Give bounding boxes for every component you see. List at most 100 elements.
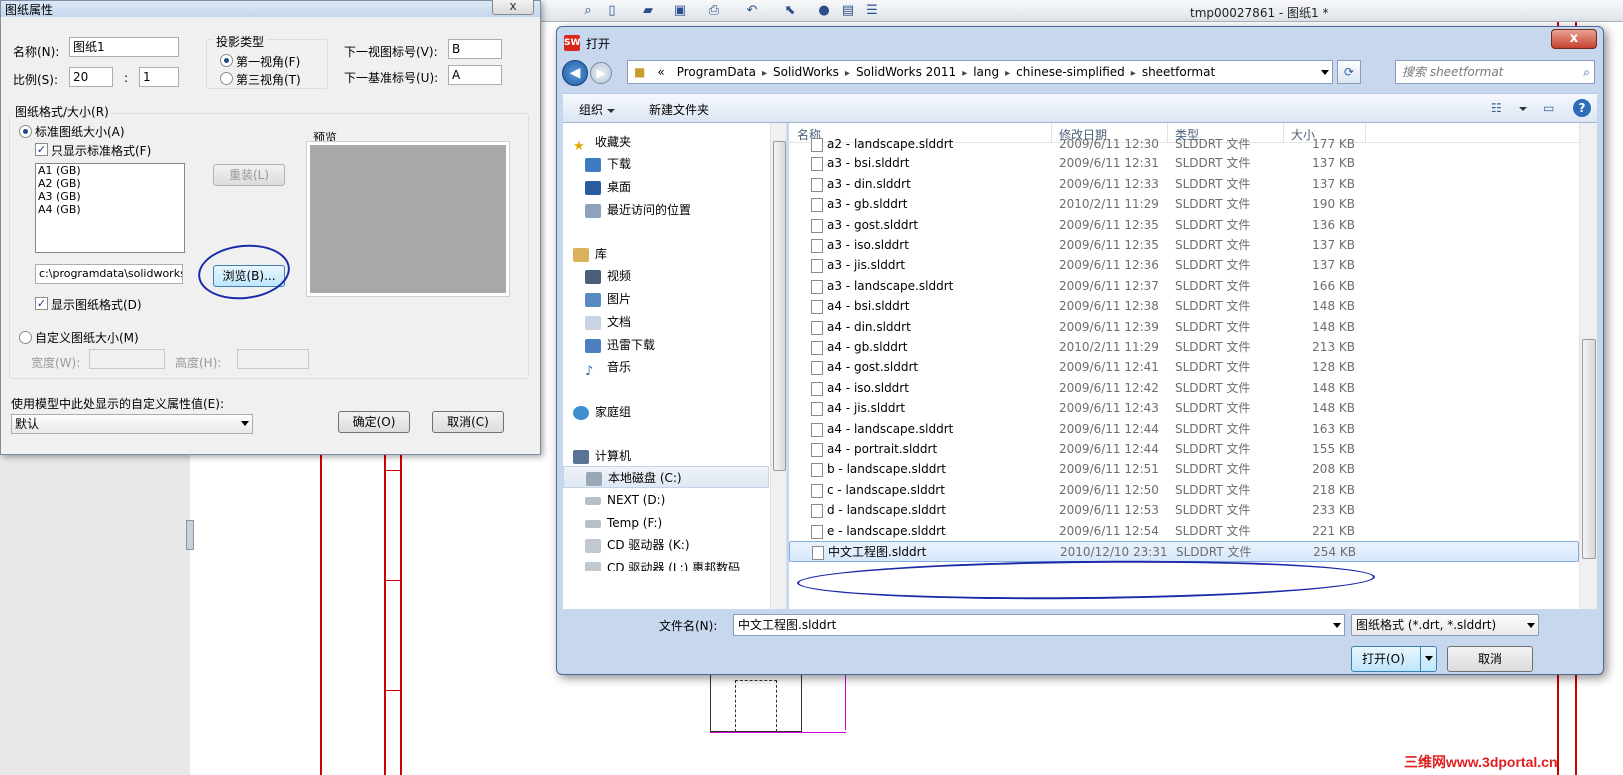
next-datum-field[interactable]: A bbox=[448, 65, 502, 85]
new-document-icon[interactable]: ▯ bbox=[604, 3, 620, 19]
list-item[interactable]: A1 (GB) bbox=[36, 164, 184, 177]
file-list-scrollbar[interactable] bbox=[1579, 123, 1597, 609]
nav-favorites[interactable]: ★ 收藏夹 bbox=[573, 131, 779, 154]
file-row[interactable]: d - landscape.slddrt 2009/6/11 12:53 SLDDR… bbox=[789, 500, 1579, 521]
filename-input[interactable]: 中文工程图.slddrt bbox=[733, 614, 1345, 636]
scale-numerator-field[interactable]: 20 bbox=[69, 67, 113, 87]
standard-size-radio[interactable] bbox=[19, 125, 32, 138]
chevron-down-icon[interactable] bbox=[1321, 70, 1329, 75]
breadcrumb-overflow[interactable]: « bbox=[651, 61, 670, 83]
cancel-button[interactable]: 取消(C) bbox=[432, 411, 504, 433]
only-standard-checkbox[interactable]: ✓ bbox=[35, 143, 48, 156]
custom-property-select[interactable]: 默认 bbox=[11, 414, 253, 434]
search-input[interactable]: 搜索 sheetformat ⌕ bbox=[1395, 60, 1595, 84]
file-type-filter[interactable]: 图纸格式 (*.drt, *.slddrt) bbox=[1351, 614, 1539, 636]
file-row[interactable]: a4 - portrait.slddrt 2009/6/11 12:44 SLDDR… bbox=[789, 439, 1579, 460]
breadcrumb[interactable]: ProgramData bbox=[671, 61, 762, 83]
options-icon[interactable]: ☰ bbox=[864, 3, 880, 19]
file-list-scroll-thumb[interactable] bbox=[1582, 339, 1596, 559]
file-row[interactable]: a3 - landscape.slddrt 2009/6/11 12:37 SLDD… bbox=[789, 276, 1579, 297]
nav-videos[interactable]: 视频 bbox=[585, 265, 786, 287]
list-item[interactable]: A4 (GB) bbox=[36, 203, 184, 216]
nav-desktop[interactable]: 桌面 bbox=[585, 176, 786, 198]
show-format-checkbox[interactable]: ✓ bbox=[35, 297, 48, 310]
nav-drive-k[interactable]: CD 驱动器 (K:) bbox=[585, 534, 786, 556]
search-tool-icon[interactable]: ⌕ bbox=[580, 3, 596, 19]
undo-icon[interactable]: ↶ bbox=[744, 3, 760, 19]
breadcrumb[interactable]: lang bbox=[967, 61, 1005, 83]
nav-pictures[interactable]: 图片 bbox=[585, 288, 786, 310]
nav-documents[interactable]: 文档 bbox=[585, 311, 786, 333]
rebuild-traffic-light-icon[interactable]: ● bbox=[816, 3, 832, 19]
file-row[interactable]: a3 - iso.slddrt 2009/6/11 12:35 SLDDRT 文件 1… bbox=[789, 235, 1579, 256]
file-row[interactable]: c - landscape.slddrt 2009/6/11 12:50 SLDDR… bbox=[789, 480, 1579, 501]
file-row[interactable]: a3 - din.slddrt 2009/6/11 12:33 SLDDRT 文件 1… bbox=[789, 174, 1579, 195]
back-arrow-icon[interactable]: ◀ bbox=[562, 60, 588, 86]
organize-menu[interactable]: 组织 bbox=[579, 101, 616, 118]
height-field[interactable] bbox=[237, 349, 309, 369]
next-view-field[interactable]: B bbox=[448, 39, 502, 59]
refresh-icon[interactable]: ⟳ bbox=[1337, 60, 1361, 84]
print-icon[interactable]: ⎙ bbox=[706, 3, 722, 19]
breadcrumb[interactable]: chinese-simplified bbox=[1010, 61, 1131, 83]
forward-arrow-icon[interactable]: ▶ bbox=[590, 62, 612, 84]
chevron-down-icon[interactable] bbox=[1333, 623, 1341, 628]
nav-drive-c[interactable]: 本地磁盘 (C:) bbox=[563, 466, 769, 488]
file-row[interactable]: a3 - bsi.slddrt 2009/6/11 12:31 SLDDRT 文件 1… bbox=[789, 153, 1579, 174]
close-button[interactable]: x bbox=[492, 0, 534, 15]
file-row[interactable]: a4 - landscape.slddrt 2009/6/11 12:44 SLDD… bbox=[789, 419, 1579, 440]
pane-splitter-handle[interactable] bbox=[186, 520, 194, 550]
nav-thunder[interactable]: 迅雷下载 bbox=[585, 334, 786, 356]
scale-denominator-field[interactable]: 1 bbox=[139, 67, 179, 87]
list-item[interactable]: A3 (GB) bbox=[36, 190, 184, 203]
nav-scrollbar[interactable] bbox=[770, 123, 786, 609]
sheet-size-listbox[interactable]: A1 (GB) A2 (GB) A3 (GB) A4 (GB) bbox=[35, 163, 185, 253]
address-bar[interactable]: ■ «ProgramData ▸ SolidWorks ▸ SolidWorks 2011… bbox=[627, 60, 1333, 84]
breadcrumb[interactable]: SolidWorks bbox=[767, 61, 845, 83]
custom-size-radio[interactable] bbox=[19, 331, 32, 344]
file-row[interactable]: e - landscape.slddrt 2009/6/11 12:54 SLDDR… bbox=[789, 521, 1579, 542]
sheet-name-field[interactable]: 图纸1 bbox=[69, 37, 179, 57]
ok-button[interactable]: 确定(O) bbox=[338, 411, 410, 433]
first-angle-radio[interactable] bbox=[220, 54, 233, 67]
open-folder-icon[interactable]: ▰ bbox=[640, 3, 656, 19]
file-row[interactable]: a4 - jis.slddrt 2009/6/11 12:43 SLDDRT 文件 1… bbox=[789, 398, 1579, 419]
open-options-dropdown[interactable] bbox=[1420, 647, 1436, 671]
file-row[interactable]: a4 - gb.slddrt 2010/2/11 11:29 SLDDRT 文件 21… bbox=[789, 337, 1579, 358]
view-menu-chevron[interactable] bbox=[1515, 101, 1527, 115]
file-row[interactable]: a3 - gb.slddrt 2010/2/11 11:29 SLDDRT 文件 19… bbox=[789, 194, 1579, 215]
format-path-field[interactable]: c:\programdata\solidworks\so bbox=[35, 264, 183, 284]
open-button[interactable]: 打开(O) bbox=[1351, 646, 1437, 672]
nav-computer[interactable]: 计算机 bbox=[573, 445, 779, 467]
nav-homegroup[interactable]: 家庭组 bbox=[573, 401, 779, 423]
new-folder-button[interactable]: 新建文件夹 bbox=[649, 101, 709, 118]
nav-downloads[interactable]: 下载 bbox=[585, 153, 786, 175]
file-properties-icon[interactable]: ▤ bbox=[840, 3, 856, 19]
file-row[interactable]: a3 - jis.slddrt 2009/6/11 12:36 SLDDRT 文件 1… bbox=[789, 255, 1579, 276]
reload-button[interactable]: 重装(L) bbox=[213, 164, 285, 186]
width-field[interactable] bbox=[89, 349, 165, 369]
file-row[interactable]: a4 - bsi.slddrt 2009/6/11 12:38 SLDDRT 文件 1… bbox=[789, 296, 1579, 317]
help-icon[interactable]: ? bbox=[1573, 99, 1591, 117]
third-angle-radio[interactable] bbox=[220, 72, 233, 85]
close-button[interactable]: x bbox=[1551, 29, 1597, 49]
preview-pane-icon[interactable]: ▭ bbox=[1543, 101, 1554, 115]
nav-drive-l[interactable]: CD 驱动器 (L:) 惠邦数码 bbox=[585, 557, 786, 571]
file-row[interactable]: a4 - din.slddrt 2009/6/11 12:39 SLDDRT 文件 1… bbox=[789, 317, 1579, 338]
file-row[interactable]: a4 - iso.slddrt 2009/6/11 12:42 SLDDRT 文件 1… bbox=[789, 378, 1579, 399]
nav-scroll-thumb[interactable] bbox=[773, 141, 786, 471]
view-options-icon[interactable]: ☷ bbox=[1491, 101, 1502, 115]
nav-libraries[interactable]: 库 bbox=[573, 243, 779, 265]
file-row[interactable]: b - landscape.slddrt 2009/6/11 12:51 SLDDR… bbox=[789, 459, 1579, 480]
list-item[interactable]: A2 (GB) bbox=[36, 177, 184, 190]
breadcrumb[interactable]: SolidWorks 2011 bbox=[850, 61, 962, 83]
save-icon[interactable]: ▣ bbox=[672, 3, 688, 19]
select-pointer-icon[interactable]: ⬉ bbox=[782, 3, 798, 19]
nav-drive-d[interactable]: NEXT (D:) bbox=[585, 489, 786, 511]
file-row[interactable]: a3 - gost.slddrt 2009/6/11 12:35 SLDDRT 文件… bbox=[789, 215, 1579, 236]
file-row[interactable]: a4 - gost.slddrt 2009/6/11 12:41 SLDDRT 文件… bbox=[789, 357, 1579, 378]
breadcrumb[interactable]: sheetformat bbox=[1136, 61, 1221, 83]
nav-music[interactable]: ♪ 音乐 bbox=[585, 356, 786, 379]
nav-recent[interactable]: 最近访问的位置 bbox=[585, 199, 786, 221]
file-row[interactable]: a2 - landscape.slddrt 2009/6/11 12:30 SLDD… bbox=[789, 134, 1579, 155]
